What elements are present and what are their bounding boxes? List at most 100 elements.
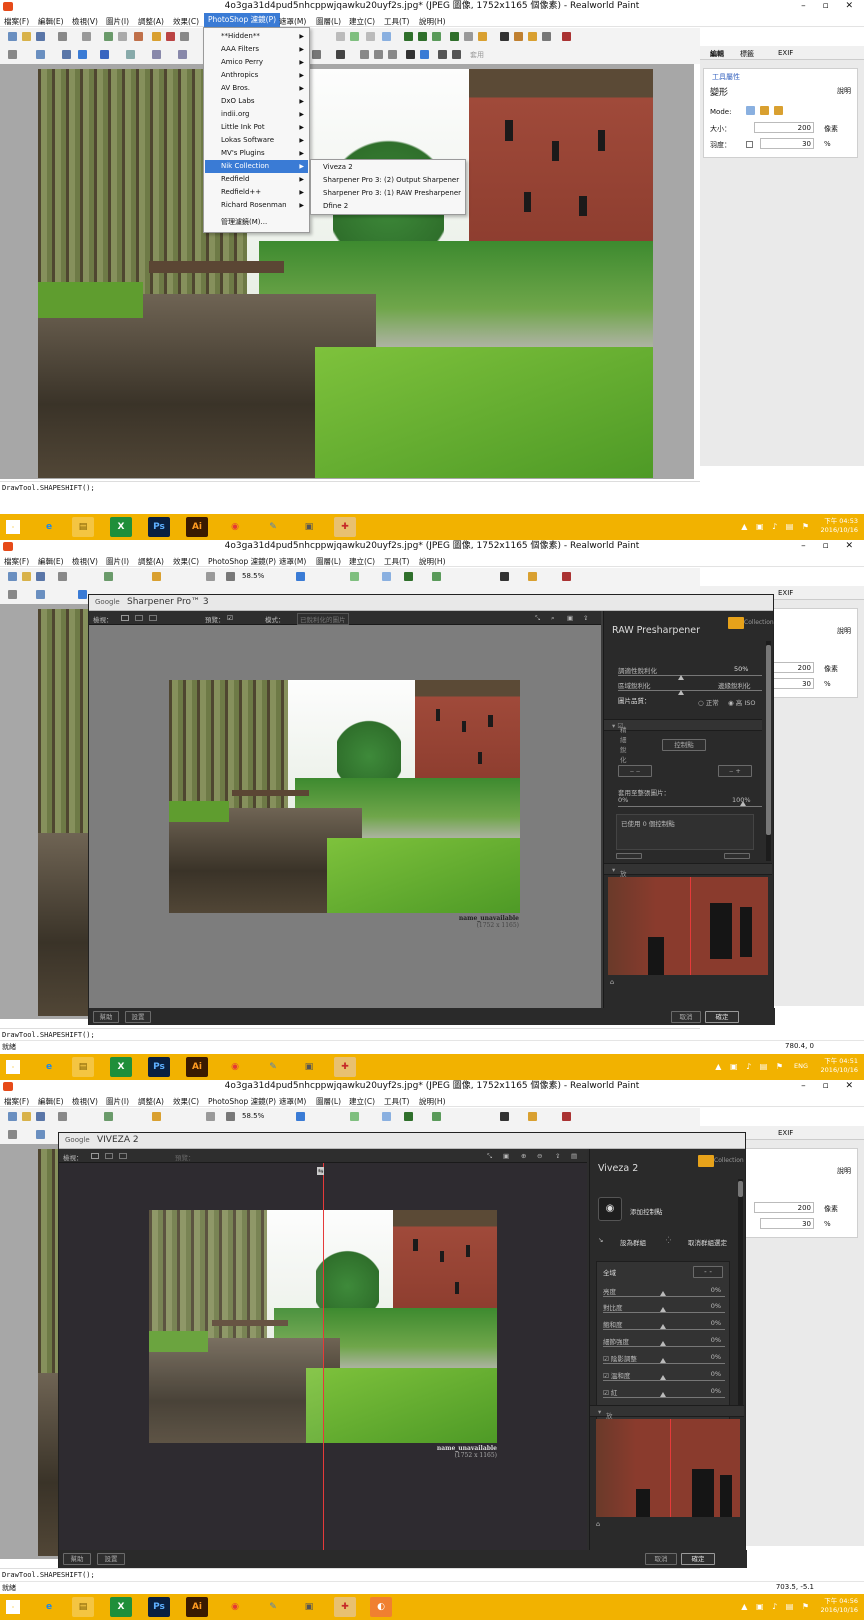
hand-tool-icon[interactable]: ⤡ — [535, 614, 540, 623]
move-icon[interactable] — [36, 590, 45, 599]
merge-icon[interactable] — [374, 50, 383, 59]
image-icon[interactable] — [404, 1112, 413, 1121]
save-icon[interactable] — [36, 32, 45, 41]
red-slider[interactable] — [603, 1397, 725, 1398]
add-point-button[interactable]: ‒ + — [718, 765, 752, 777]
undo-icon[interactable] — [58, 32, 67, 41]
contrast-slider[interactable] — [603, 1312, 725, 1313]
mask-icon[interactable] — [166, 32, 175, 41]
menu-help[interactable]: 說明(H) — [419, 16, 446, 27]
blur-field[interactable]: 30 — [760, 138, 814, 149]
side-view-icon[interactable] — [149, 615, 157, 621]
mode2-icon[interactable] — [760, 106, 769, 115]
zoom-icon[interactable] — [226, 1112, 235, 1121]
photoshop-icon[interactable]: Ps — [148, 517, 170, 537]
hand-icon[interactable] — [206, 572, 215, 581]
select-icon[interactable] — [8, 590, 17, 599]
loupe-section[interactable]: ▾ 放大鏡 — [604, 863, 772, 898]
compare-icon[interactable]: ▤ — [571, 1152, 577, 1160]
split-handle-icon[interactable]: ⇆ — [317, 1167, 325, 1175]
menu-item-redfield[interactable]: Redfield ▶ — [205, 173, 308, 186]
preview-check-icon[interactable]: ☑ — [227, 614, 233, 622]
nik-app-icon[interactable]: ◐ — [370, 1597, 392, 1617]
split-view-icon[interactable] — [135, 615, 143, 621]
menu-mask[interactable]: 遮罩(M) — [279, 1096, 306, 1107]
image-canvas[interactable] — [38, 609, 88, 1016]
notepad-icon[interactable]: ✎ — [262, 1057, 284, 1077]
add-control-point-label[interactable]: 添加控制點 — [630, 1206, 663, 1216]
side-view-icon[interactable] — [119, 1153, 127, 1159]
zoom-value[interactable]: 58.5% — [242, 1112, 264, 1120]
export-icon[interactable]: ⇪ — [555, 1152, 560, 1160]
menu-tools[interactable]: 工具(T) — [384, 556, 409, 567]
clock[interactable]: 下午 04:53 2016/10/16 — [821, 517, 858, 535]
add-control-point-icon[interactable]: ◉ — [598, 1197, 622, 1221]
menu-layer[interactable]: 圖層(L) — [316, 556, 341, 567]
menu-item-redfieldpp[interactable]: Redfield++ ▶ — [205, 186, 308, 199]
menu-item-littleinkpot[interactable]: Little Ink Pot ▶ — [205, 121, 308, 134]
notepad-icon[interactable]: ✎ — [262, 1597, 284, 1617]
structure-slider[interactable] — [603, 1346, 725, 1347]
mode-dropdown[interactable]: 已銳利化的圖片 — [297, 613, 349, 625]
menu-file[interactable]: 檔案(F) — [4, 16, 29, 27]
menu-view[interactable]: 檢視(V) — [72, 16, 98, 27]
view-icon[interactable] — [336, 32, 345, 41]
selection-icon[interactable] — [382, 1112, 391, 1121]
menu-view[interactable]: 檢視(V) — [72, 556, 98, 567]
menu-item-amico[interactable]: Amico Perry ▶ — [205, 56, 308, 69]
zoom-in-icon[interactable]: ⊕ — [521, 1152, 526, 1160]
fit-icon[interactable] — [296, 1112, 305, 1121]
structure-row[interactable]: 細節強度 — [603, 1336, 629, 1346]
menu-file[interactable]: 檔案(F) — [4, 1096, 29, 1107]
save-icon[interactable] — [36, 572, 45, 581]
high-iso-radio[interactable]: ◉ 高 ISO — [728, 697, 755, 707]
loupe-section[interactable]: ▾ 放大鏡 — [590, 1405, 744, 1440]
zoom-value[interactable]: 58.5% — [242, 572, 264, 580]
cancel-button[interactable]: 取消 — [645, 1553, 677, 1565]
loupe-pin-icon[interactable]: ⌂ — [610, 978, 614, 986]
adaptive-slider[interactable] — [618, 675, 762, 676]
submenu-raw-presharpener[interactable]: Sharpener Pro 3: (1) RAW Presharpener — [313, 187, 463, 200]
undo-icon[interactable] — [58, 572, 67, 581]
remove-point-button[interactable]: ‒ ‒ — [618, 765, 652, 777]
select-icon[interactable] — [8, 1130, 17, 1139]
move-icon[interactable] — [36, 1130, 45, 1139]
menu-image[interactable]: 圖片(I) — [106, 1096, 129, 1107]
brightness-handle[interactable] — [660, 1291, 666, 1296]
paint-icon[interactable]: ✚ — [334, 1057, 356, 1077]
fit-icon[interactable] — [350, 32, 359, 41]
adaptive-slider-handle[interactable] — [678, 675, 684, 680]
settings-button[interactable]: 設置 — [97, 1553, 125, 1565]
user-icon[interactable] — [562, 1112, 571, 1121]
user-icon[interactable] — [562, 32, 571, 41]
stack-icon[interactable] — [388, 50, 397, 59]
image-icon[interactable] — [404, 572, 413, 581]
hand-icon[interactable] — [206, 1112, 215, 1121]
menu-item-manage[interactable]: 管理濾鏡(M)... — [205, 216, 308, 229]
saturation-slider[interactable] — [603, 1329, 725, 1330]
contrast-icon[interactable] — [500, 1112, 509, 1121]
window-controls[interactable]: – ▫ ✕ — [801, 0, 860, 13]
menu-image[interactable]: 圖片(I) — [106, 16, 129, 27]
grid-icon[interactable] — [366, 32, 375, 41]
pin-icon[interactable] — [62, 50, 71, 59]
split-view-icon[interactable] — [105, 1153, 113, 1159]
tab-tags[interactable]: 標籤 — [740, 49, 754, 59]
selection-icon[interactable] — [382, 32, 391, 41]
open-icon[interactable] — [22, 572, 31, 581]
copy-icon[interactable] — [104, 572, 113, 581]
ungroup-button[interactable]: 取消群組選定 — [688, 1237, 727, 1247]
pencil-icon[interactable] — [420, 50, 429, 59]
curve-icon[interactable] — [152, 50, 161, 59]
submenu-dfine[interactable]: Dfine 2 — [313, 200, 463, 213]
contrast-icon[interactable] — [500, 32, 509, 41]
selective-section[interactable]: ▾ ☑ 精細銳化 — [604, 719, 762, 764]
zoom-icon[interactable] — [226, 572, 235, 581]
eyedrop-icon[interactable] — [312, 50, 321, 59]
help-link[interactable]: 說明 — [837, 86, 851, 96]
export-icon[interactable]: ⇪ — [583, 614, 588, 622]
menu-item-rosenman[interactable]: Richard Rosenman ▶ — [205, 199, 308, 212]
cp-delete[interactable] — [724, 853, 750, 859]
help-link[interactable]: 說明 — [837, 1166, 851, 1176]
image-canvas[interactable] — [38, 69, 653, 478]
